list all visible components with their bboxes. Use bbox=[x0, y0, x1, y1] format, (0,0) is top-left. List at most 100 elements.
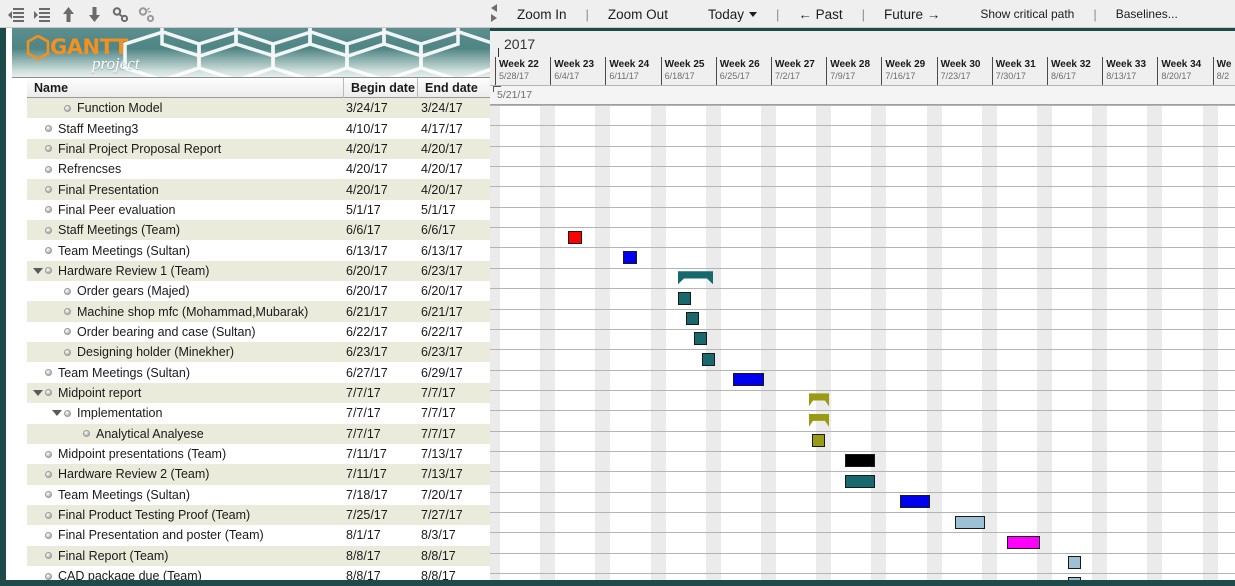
future-button[interactable]: Future → bbox=[875, 7, 949, 22]
begin-date-cell[interactable]: 7/7/17 bbox=[344, 403, 418, 423]
begin-date-cell[interactable]: 4/20/17 bbox=[344, 180, 418, 200]
task-name-cell[interactable]: Analytical Analyese bbox=[27, 424, 344, 444]
splitter-left-arrow-icon[interactable] bbox=[490, 4, 497, 12]
week-header-cell[interactable]: Week 32 8/6/17 bbox=[1047, 57, 1102, 85]
gantt-task-bar[interactable] bbox=[812, 434, 825, 448]
end-date-cell[interactable]: 6/23/17 bbox=[418, 342, 495, 362]
task-name-cell[interactable]: Midpoint report bbox=[27, 383, 344, 403]
begin-date-cell[interactable]: 3/24/17 bbox=[344, 98, 418, 118]
week-header-cell[interactable]: Week 29 7/16/17 bbox=[881, 57, 936, 85]
table-row[interactable]: Staff Meeting3 4/10/17 4/17/17 bbox=[27, 118, 496, 139]
week-header-cell[interactable]: Week 22 5/28/17 bbox=[495, 57, 550, 85]
week-header-cell[interactable]: Week 23 6/4/17 bbox=[550, 57, 605, 85]
begin-date-cell[interactable]: 6/20/17 bbox=[344, 281, 418, 301]
task-name-cell[interactable]: Final Product Testing Proof (Team) bbox=[27, 505, 344, 525]
week-header-cell[interactable]: Week 28 7/9/17 bbox=[826, 57, 881, 85]
table-row[interactable]: Final Presentation and poster (Team) 8/1/… bbox=[27, 525, 496, 546]
task-name-cell[interactable]: Function Model bbox=[27, 98, 344, 118]
begin-date-cell[interactable]: 6/20/17 bbox=[344, 261, 418, 281]
table-row[interactable]: Midpoint report 7/7/17 7/7/17 bbox=[27, 382, 496, 404]
gantt-task-bar[interactable] bbox=[686, 312, 699, 325]
gantt-grid[interactable] bbox=[490, 105, 1235, 586]
table-row[interactable]: Final Report (Team) 8/8/17 8/8/17 bbox=[27, 545, 496, 566]
begin-date-cell[interactable]: 6/6/17 bbox=[344, 220, 418, 240]
task-name-cell[interactable]: Team Meetings (Sultan) bbox=[27, 485, 344, 505]
gantt-task-bar[interactable] bbox=[733, 373, 764, 387]
task-name-cell[interactable]: Final Presentation and poster (Team) bbox=[27, 525, 344, 545]
end-date-cell[interactable]: 8/3/17 bbox=[418, 525, 495, 545]
end-date-cell[interactable]: 7/7/17 bbox=[418, 424, 495, 444]
task-name-cell[interactable]: Final Project Proposal Report bbox=[27, 139, 344, 159]
task-name-cell[interactable]: Final Presentation bbox=[27, 180, 344, 200]
table-row[interactable]: Hardware Review 2 (Team) 7/11/17 7/13/17 bbox=[27, 464, 496, 485]
task-name-cell[interactable]: Final Report (Team) bbox=[27, 546, 344, 566]
gantt-task-bar[interactable] bbox=[900, 495, 930, 509]
week-header-cell[interactable]: Week 25 6/18/17 bbox=[660, 57, 716, 85]
table-row[interactable]: Designing holder (Minekher) 6/23/17 6/23/1… bbox=[27, 342, 496, 363]
baselines-button[interactable]: Baselines... bbox=[1107, 7, 1187, 21]
begin-date-cell[interactable]: 6/13/17 bbox=[344, 241, 418, 261]
column-header-name[interactable]: Name bbox=[27, 77, 344, 98]
begin-date-cell[interactable]: 7/11/17 bbox=[344, 464, 418, 484]
gantt-task-bar[interactable] bbox=[623, 250, 637, 264]
gantt-task-bar[interactable] bbox=[845, 454, 875, 468]
begin-date-cell[interactable]: 7/18/17 bbox=[344, 485, 418, 505]
week-header-cell[interactable]: Week 24 6/11/17 bbox=[605, 57, 660, 85]
end-date-cell[interactable]: 6/29/17 bbox=[418, 363, 495, 383]
begin-date-cell[interactable]: 7/7/17 bbox=[344, 383, 418, 403]
table-row[interactable]: Machine shop mfc (Mohammad,Mubarak) 6/21/… bbox=[27, 301, 496, 322]
table-row[interactable]: Final Project Proposal Report 4/20/17 4/20… bbox=[27, 138, 496, 160]
begin-date-cell[interactable]: 6/21/17 bbox=[344, 302, 418, 322]
week-header-cell[interactable]: Week 33 8/13/17 bbox=[1102, 57, 1157, 85]
unlink-tasks-icon[interactable] bbox=[138, 6, 155, 23]
begin-date-cell[interactable]: 7/7/17 bbox=[344, 424, 418, 444]
begin-date-cell[interactable]: 7/25/17 bbox=[344, 505, 418, 525]
end-date-cell[interactable]: 8/8/17 bbox=[418, 546, 495, 566]
end-date-cell[interactable]: 7/20/17 bbox=[418, 485, 495, 505]
end-date-cell[interactable]: 6/23/17 bbox=[418, 261, 495, 281]
table-row[interactable]: Staff Meetings (Team) 6/6/17 6/6/17 bbox=[27, 220, 496, 241]
task-name-cell[interactable]: Final Peer evaluation bbox=[27, 200, 344, 220]
task-name-cell[interactable]: Hardware Review 2 (Team) bbox=[27, 464, 344, 484]
end-date-cell[interactable]: 4/20/17 bbox=[418, 159, 495, 179]
table-row[interactable]: Implementation 7/7/17 7/7/17 bbox=[27, 403, 496, 424]
table-row[interactable]: Refrencses 4/20/17 4/20/17 bbox=[27, 159, 496, 180]
begin-date-cell[interactable]: 4/10/17 bbox=[344, 119, 418, 139]
gantt-task-bar[interactable] bbox=[694, 332, 707, 346]
splitter-right-arrow-icon[interactable] bbox=[490, 14, 497, 22]
move-up-icon[interactable] bbox=[60, 6, 77, 23]
gantt-task-bar[interactable] bbox=[702, 352, 715, 366]
begin-date-cell[interactable]: 5/1/17 bbox=[344, 200, 418, 220]
week-header-cell[interactable]: Week 31 7/30/17 bbox=[991, 57, 1047, 85]
end-date-cell[interactable]: 7/27/17 bbox=[418, 505, 495, 525]
expander-triangle-icon[interactable] bbox=[52, 410, 62, 417]
week-header-cell[interactable]: Week 34 8/20/17 bbox=[1157, 57, 1212, 85]
expander-triangle-icon[interactable] bbox=[33, 389, 43, 396]
end-date-cell[interactable]: 6/20/17 bbox=[418, 281, 495, 301]
zoom-in-button[interactable]: Zoom In bbox=[508, 7, 576, 22]
end-date-cell[interactable]: 6/6/17 bbox=[418, 220, 495, 240]
end-date-cell[interactable]: 6/13/17 bbox=[418, 241, 495, 261]
end-date-cell[interactable]: 5/1/17 bbox=[418, 200, 495, 220]
show-critical-path-button[interactable]: Show critical path bbox=[971, 7, 1083, 21]
zoom-out-button[interactable]: Zoom Out bbox=[599, 7, 677, 22]
gantt-task-bar[interactable] bbox=[955, 515, 985, 529]
task-name-cell[interactable]: Midpoint presentations (Team) bbox=[27, 444, 344, 464]
today-button[interactable]: Today bbox=[699, 7, 766, 22]
week-header-cell[interactable]: Week 30 7/23/17 bbox=[936, 57, 992, 85]
past-button[interactable]: ← Past bbox=[789, 7, 851, 22]
task-name-cell[interactable]: Order gears (Majed) bbox=[27, 281, 344, 301]
task-name-cell[interactable]: Staff Meeting3 bbox=[27, 119, 344, 139]
task-name-cell[interactable]: Team Meetings (Sultan) bbox=[27, 241, 344, 261]
gantt-task-bar[interactable] bbox=[845, 474, 875, 488]
table-row[interactable]: Hardware Review 1 (Team) 6/20/17 6/23/17 bbox=[27, 260, 496, 282]
table-row[interactable]: Order gears (Majed) 6/20/17 6/20/17 bbox=[27, 281, 496, 302]
table-row[interactable]: Function Model 3/24/17 3/24/17 bbox=[27, 98, 496, 119]
gantt-task-bar[interactable] bbox=[1068, 556, 1081, 570]
end-date-cell[interactable]: 4/20/17 bbox=[418, 139, 495, 159]
end-date-cell[interactable]: 7/7/17 bbox=[418, 403, 495, 423]
gantt-task-bar[interactable] bbox=[568, 230, 582, 244]
table-row[interactable]: Team Meetings (Sultan) 7/18/17 7/20/17 bbox=[27, 484, 496, 505]
end-date-cell[interactable]: 6/22/17 bbox=[418, 322, 495, 342]
begin-date-cell[interactable]: 6/22/17 bbox=[344, 322, 418, 342]
